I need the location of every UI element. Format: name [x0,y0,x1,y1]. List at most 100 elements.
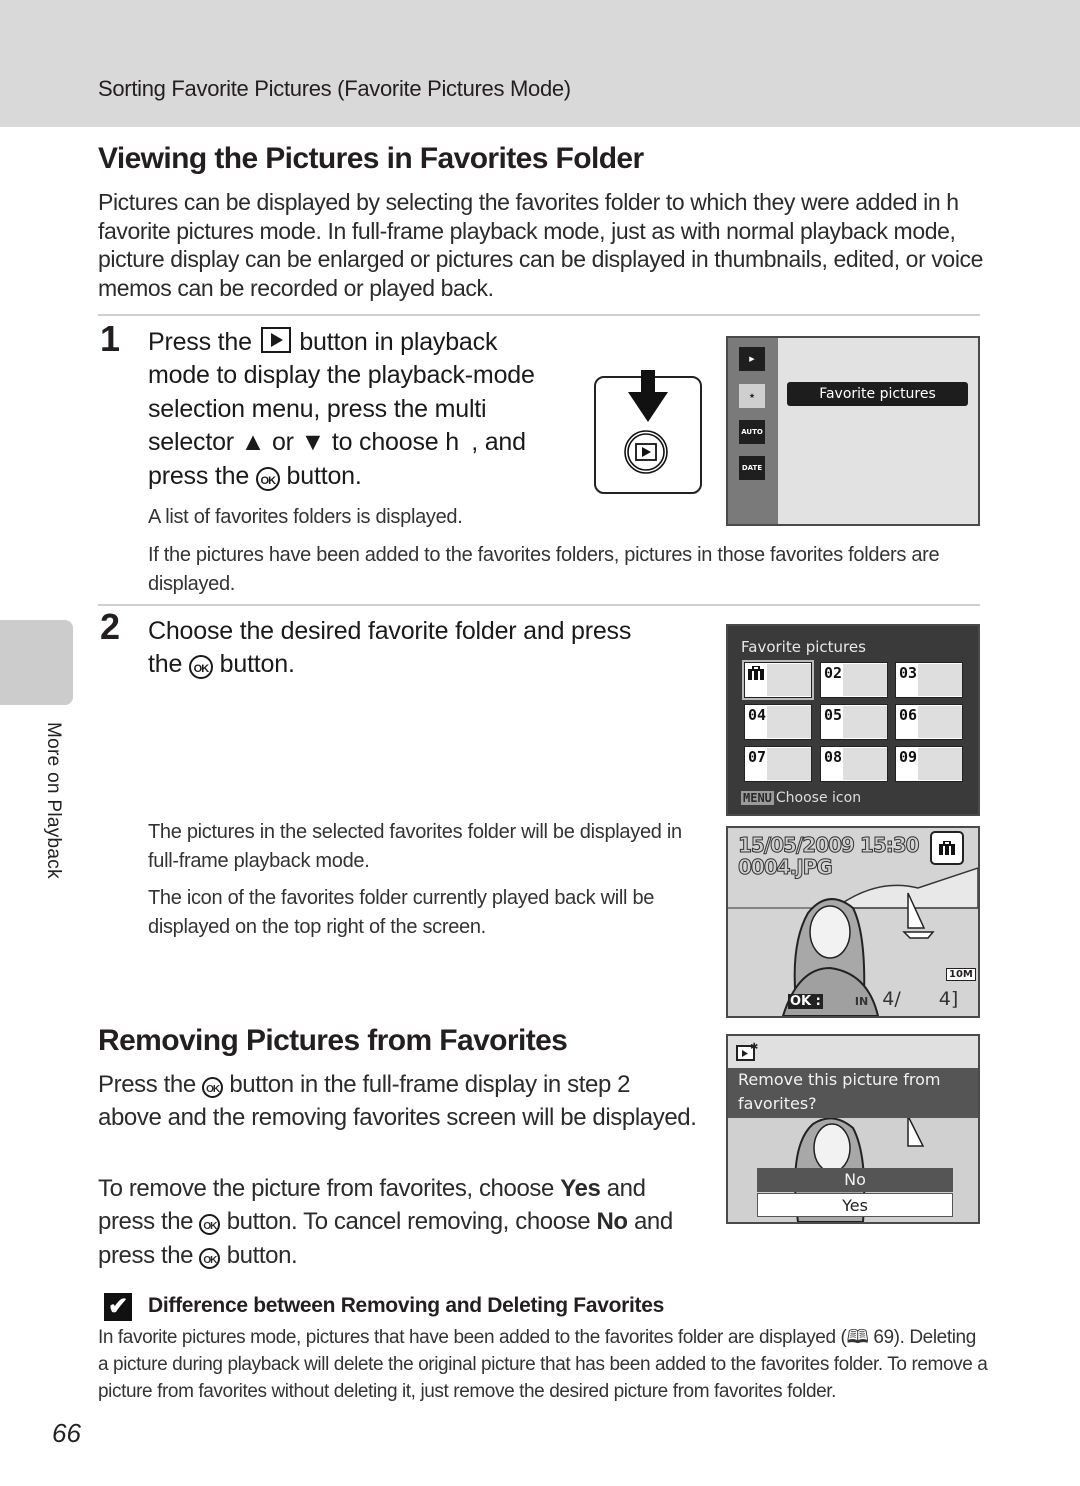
folder-cell[interactable] [742,660,814,700]
remove-paragraph-1: Press the OK button in the full-frame di… [98,1068,698,1135]
datetime-text: 15/05/2009 15:30 [738,833,921,857]
folder-number: 04 [748,706,767,724]
folder-thumbnail [918,664,962,696]
folder-cell[interactable]: 03 [895,662,963,698]
favorite-pictures-icon[interactable]: ★ [739,384,765,408]
playback-mode-menu-screen: ▶ ★ AUTO DATE Favorite pictures [726,336,980,526]
auto-sort-icon[interactable]: AUTO [739,420,765,444]
folder-cell[interactable]: 04 [744,704,812,740]
menu-button-icon: MENU [741,791,774,805]
yes-label: Yes [560,1175,601,1202]
image-size-icon: 10M [946,968,976,981]
internal-memory-icon: IN [854,995,869,1008]
page-number: 66 [52,1418,81,1448]
down-arrow-icon [628,370,668,422]
folder-thumbnail [918,706,962,738]
folder-thumbnail [767,664,811,696]
folder-thumbnail [843,664,887,696]
briefcase-icon [939,841,955,855]
screen-footer: MENU Choose icon [741,790,861,806]
paragraph-text: To remove the picture from favorites, ch… [98,1175,554,1202]
section-title-viewing: Viewing the Pictures in Favorites Folder [98,142,644,175]
folder-thumbnail [767,748,811,780]
divider [98,604,980,606]
folder-thumbnail [767,706,811,738]
filename-text: 0004.JPG [738,855,834,879]
step2-text: the [148,650,183,679]
step1-text: button in playback [299,328,498,356]
folder-cell[interactable]: 08 [820,746,888,782]
screen-header: ✱ [728,1036,978,1068]
ok-button-icon: OK [199,1214,221,1236]
folder-thumbnail [918,748,962,780]
playback-button-icon [260,327,291,353]
divider [98,314,980,316]
step1-instruction: Press the button in playback mode to dis… [148,326,588,493]
intro-paragraph: Pictures can be displayed by selecting t… [98,189,984,301]
paragraph-text: Press the [98,1071,196,1098]
folder-cell[interactable]: 06 [895,704,963,740]
menu-item-favorite-pictures[interactable]: Favorite pictures [787,382,968,406]
photo-datetime: 15/05/2009 15:30 0004.JPG [738,833,921,879]
folder-thumbnail [843,706,887,738]
screen-title: Favorite pictures [741,638,866,656]
chapter-label: More on Playback [43,722,64,879]
breadcrumb: Sorting Favorite Pictures (Favorite Pict… [98,76,571,101]
confirm-question: Remove this picture from favorites? [728,1068,978,1118]
step-number-2: 2 [100,606,121,647]
folder-cell[interactable]: 09 [895,746,963,782]
step2-note: The icon of the favorites folder current… [148,887,655,938]
folder-number: 06 [899,706,918,724]
step2-text: button. [219,650,295,679]
folder-thumbnail [843,748,887,780]
playback-status-bar: OK : IN 4/ 4] [788,988,958,1010]
option-no[interactable]: No [757,1168,953,1192]
step2-note: The pictures in the selected favorites f… [148,821,682,872]
caution-check-icon: ✔ [104,1293,132,1321]
step1-note: If the pictures have been added to the f… [148,544,940,595]
folder-cell[interactable]: 07 [744,746,812,782]
step2-text: Choose the desired favorite folder and p… [148,617,632,645]
playback-icon[interactable]: ▶ [739,347,765,371]
step1-text: press the [148,461,250,490]
no-label: No [596,1208,629,1236]
svg-text:✱: ✱ [750,1042,758,1053]
playback-button-icon [624,430,668,474]
folder-number: 08 [824,748,843,766]
folder-number: 05 [824,706,843,724]
favorite-pictures-icon: ✱ [736,1042,758,1061]
option-yes[interactable]: Yes [757,1193,953,1217]
frame-counter: 4/ 4] [882,988,959,1010]
ok-button-icon: OK [202,1077,224,1098]
step2-instruction: Choose the desired favorite folder and p… [148,615,708,682]
caution-title: Difference between Removing and Deleting… [148,1294,664,1317]
step-number-1: 1 [100,318,121,359]
briefcase-icon [748,666,764,680]
folder-number: 07 [748,748,767,766]
step1-text: mode to display the playback-mode [148,361,535,390]
folder-cell[interactable]: 05 [820,704,888,740]
ok-button-icon: OK [199,1247,221,1269]
favorite-folders-screen: Favorite pictures 02 03 04 05 06 07 08 0… [726,624,980,816]
folder-cell[interactable]: 02 [820,662,888,698]
chapter-tab [0,620,73,705]
list-by-date-icon[interactable]: DATE [739,456,765,480]
current-folder-indicator [930,831,964,865]
folder-number: 03 [899,664,918,682]
footer-hint: Choose icon [775,790,862,806]
step1-text: button. [286,461,362,490]
header-band: Sorting Favorite Pictures (Favorite Pict… [0,0,1080,127]
ok-button-icon: OK [188,655,213,680]
step1-text: selector ▲ or ▼ to choose h , and [148,428,526,457]
paragraph-text: button. [226,1241,298,1269]
ok-button-icon: OK [255,466,280,491]
remove-favorite-screen: ✱ Remove this picture from favorites? No… [726,1034,980,1224]
section-title-removing: Removing Pictures from Favorites [98,1024,568,1057]
folder-number: 09 [899,748,918,766]
step1-text: Press the [148,328,252,356]
paragraph-text: button. To cancel removing, choose [226,1208,591,1236]
step1-text: selection menu, press the multi [148,394,487,423]
remove-paragraph-2: To remove the picture from favorites, ch… [98,1172,698,1272]
step1-note: A list of favorites folders is displayed… [148,506,463,528]
folder-number: 02 [824,664,843,682]
